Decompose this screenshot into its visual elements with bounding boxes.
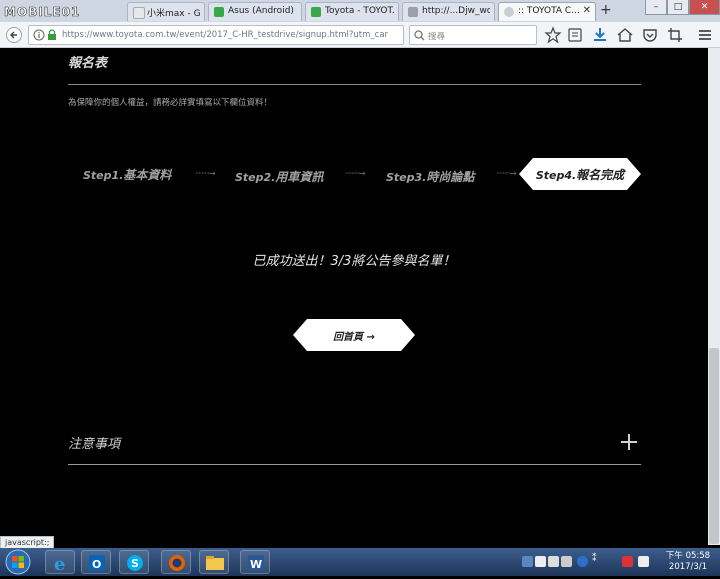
download-icon[interactable] [591,26,609,44]
language-icon[interactable] [535,556,546,567]
minimize-button[interactable]: – [645,0,667,15]
svg-text:W: W [250,558,262,571]
navigation-bar: https://www.toyota.com.tw/event/2017_C-H… [0,22,720,48]
tab-label: Toyota - TOYOT... [325,6,394,16]
step-2: Step2.用車資訊 [235,168,323,185]
search-placeholder: 搜尋 [428,32,446,42]
tab-strip: MOBILE01 小米max - Goo... Asus (Android) .… [0,0,720,22]
keyboard-icon[interactable] [561,556,572,567]
close-tab-icon[interactable]: ✕ [583,5,591,16]
action-center-icon[interactable] [622,556,633,567]
step-label: 基本資料 [123,168,172,182]
step-prefix: Step2. [235,171,276,184]
network-icon[interactable] [638,556,649,567]
step-prefix: Step1. [83,169,124,182]
step-label: 報名完成 [576,168,625,182]
home-button[interactable]: 回首頁 → [293,319,415,351]
step-prefix: Step3. [386,171,427,184]
step-arrow-icon: ·········→ [345,169,366,178]
info-icon[interactable] [33,29,45,41]
svg-text:e: e [54,554,65,575]
file-explorer-icon[interactable] [199,550,229,574]
screenshot-icon[interactable] [666,26,684,44]
help-icon[interactable] [577,556,588,567]
tab-label: Asus (Android) ... [228,6,297,16]
page-icon [133,7,145,19]
tray-app-icon[interactable] [522,556,533,567]
scrollbar-thumb[interactable] [709,348,719,544]
skype-icon[interactable]: S [119,550,149,574]
maximize-button[interactable]: □ [667,0,689,15]
menu-icon[interactable] [696,26,714,44]
toyota-favicon-icon [504,7,514,17]
clock-date: 2017/3/1 [668,562,708,572]
taskbar-clock[interactable]: 下午 05:58 2017/3/1 [660,551,716,573]
system-tray: ⁑ [520,551,660,573]
step-1: Step1.基本資料 [83,166,171,183]
step-label: 用車資訊 [275,170,324,184]
word-icon[interactable]: W [240,550,270,574]
mobile01-logo[interactable]: MOBILE01 [2,1,126,21]
ime-icon[interactable] [548,556,559,567]
bookmark-star-icon[interactable] [544,26,562,44]
success-message: 已成功送出！3/3將公告參與名單！ [252,254,456,269]
step-4-current-badge: Step4.報名完成 [519,158,641,190]
search-icon [414,30,425,41]
windows-start-icon[interactable] [3,549,33,575]
logo-text: MOBILE01 [4,5,80,19]
home-icon[interactable] [616,26,634,44]
windows-taskbar: e O S W ⁑ 下午 05:58 2017/3/1 [0,548,720,576]
mobile01-favicon-icon [214,7,224,17]
tab-label: :: TOYOTA C... [518,6,579,16]
tray-expand-icon[interactable]: ⁑ [592,554,603,565]
divider [68,84,641,85]
clock-time: 下午 05:58 [665,551,711,561]
divider [68,464,641,465]
internet-explorer-icon[interactable]: e [45,550,75,575]
outlook-icon[interactable]: O [81,550,111,574]
tab-1[interactable]: 小米max - Goo... [127,2,205,21]
mobile01-favicon-icon [311,7,321,17]
svg-text:O: O [92,558,101,571]
tab-3[interactable]: Toyota - TOYOT... [305,2,399,21]
firefox-icon[interactable] [161,550,191,574]
tab-label: http://...Djw_wcB [422,6,490,16]
page-icon [408,7,418,17]
url-text[interactable]: https://www.toyota.com.tw/event/2017_C-H… [62,30,388,40]
svg-text:S: S [131,557,139,570]
step-label: 時尚論點 [426,170,475,184]
tab-label: 小米max - Goo... [147,9,200,19]
lock-icon [48,29,56,40]
new-tab-button[interactable]: + [600,2,612,18]
tab-2[interactable]: Asus (Android) ... [208,2,302,21]
tab-4[interactable]: http://...Djw_wcB [402,2,495,21]
back-arrow-icon[interactable] [6,27,22,43]
form-description: 為保障你的個人權益，請務必詳實填寫以下欄位資料！ [68,98,273,108]
expand-plus-icon[interactable] [620,433,638,451]
step-arrow-icon: ·········→ [195,169,216,178]
page-scrollbar[interactable] [708,48,720,545]
step-4: Step4.報名完成 [519,166,641,183]
home-button-label: 回首頁 → [333,332,375,343]
form-title: 報名表 [68,56,108,71]
pocket-icon[interactable] [641,26,659,44]
step-arrow-icon: ·········→ [496,169,517,178]
step-prefix: Step4. [535,169,577,182]
tab-5-active[interactable]: :: TOYOTA C... ✕ [498,2,596,21]
step-3: Step3.時尚論點 [386,168,474,185]
notes-section-title[interactable]: 注意事項 [68,433,120,452]
reading-list-icon[interactable] [566,26,584,44]
address-bar[interactable]: https://www.toyota.com.tw/event/2017_C-H… [28,25,423,45]
close-window-button[interactable]: ✕ [689,0,720,15]
page-content: 報名表 為保障你的個人權益，請務必詳實填寫以下欄位資料！ Step1.基本資料 … [0,48,708,545]
search-input[interactable]: 搜尋 [409,25,537,45]
